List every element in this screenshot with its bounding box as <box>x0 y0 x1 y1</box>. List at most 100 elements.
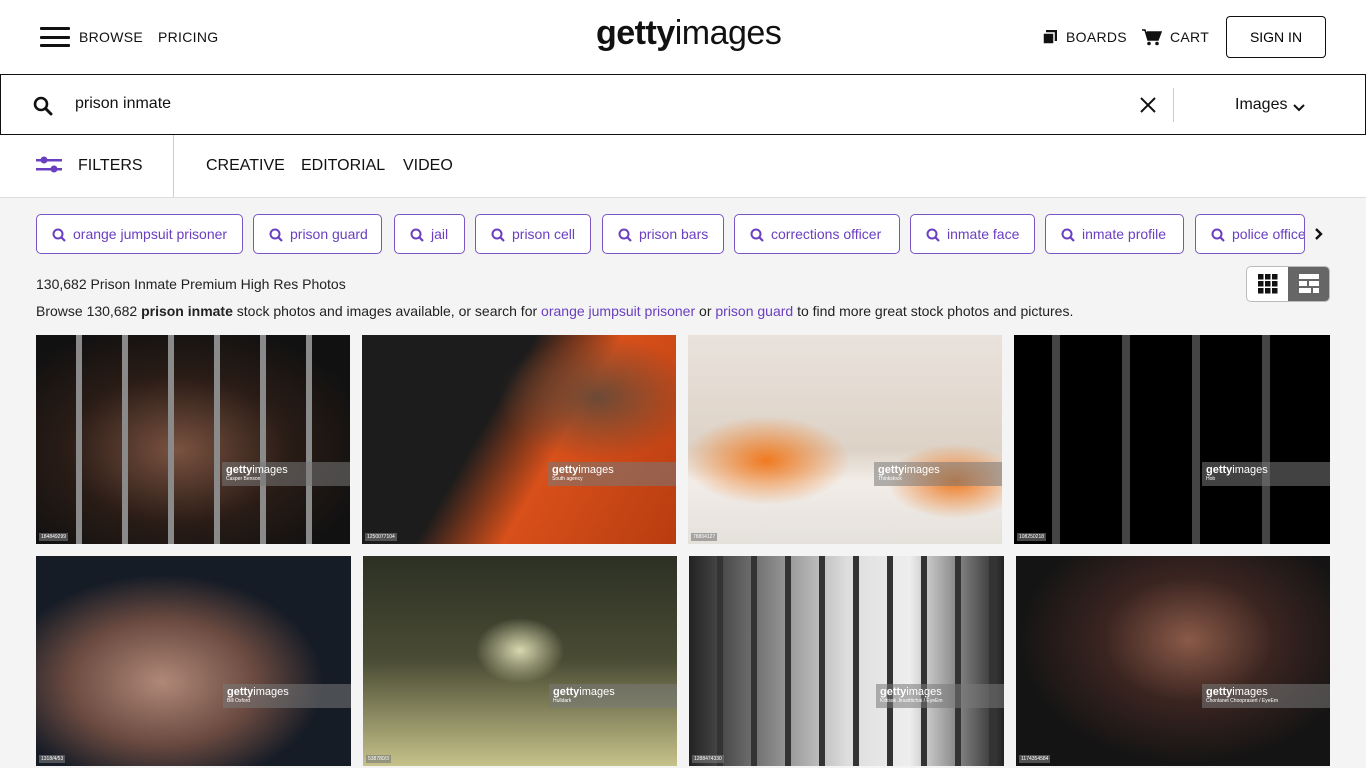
watermark: gettyimages Kittisak Jirasittichai / EyeE… <box>876 684 1004 708</box>
chip-label: orange jumpsuit prisoner <box>73 226 228 242</box>
image-credit: Thinkstock <box>878 476 902 482</box>
suggested-link[interactable]: prison guard <box>715 303 793 319</box>
boards-link[interactable]: BOARDS <box>1066 29 1127 45</box>
search-icon <box>1211 228 1225 242</box>
search-icon <box>618 228 632 242</box>
search-icon <box>410 228 424 242</box>
filter-bar: FILTERS CREATIVE EDITORIAL VIDEO <box>0 135 1366 198</box>
image-id: 184849299 <box>39 533 69 541</box>
image-id: 78804127 <box>691 533 718 541</box>
related-search-chip[interactable]: prison cell <box>475 214 591 254</box>
desc-text: Browse 130,682 <box>36 303 142 319</box>
results-count: 130,682 Prison Inmate Premium High Res P… <box>36 276 346 292</box>
image-credit: Kittisak Jirasittichai / EyeEm <box>880 698 943 704</box>
cart-icon[interactable] <box>1142 29 1162 46</box>
image-id: 1318/4/53 <box>39 755 66 763</box>
clear-icon[interactable] <box>1140 97 1156 113</box>
image-id: 1250077104 <box>365 533 397 541</box>
watermark: gettyimages Bill Oxford <box>223 684 351 708</box>
search-icon <box>491 228 505 242</box>
desc-query: prison inmate <box>141 303 233 319</box>
chip-label: police officer <box>1232 226 1305 242</box>
image-credit: Casper Benson <box>226 476 261 482</box>
filters-icon[interactable] <box>36 156 63 174</box>
watermark: gettyimages Casper Benson <box>222 462 350 486</box>
mosaic-icon <box>1298 274 1319 293</box>
chip-label: inmate profile <box>1082 226 1167 242</box>
image-id: 538780/3 <box>366 755 391 763</box>
image-id: 1174354584 <box>1019 755 1051 763</box>
chip-label: jail <box>431 226 449 242</box>
menu-icon[interactable] <box>40 27 70 47</box>
desc-text: stock photos and images available, or se… <box>232 303 542 319</box>
sign-in-button[interactable]: SIGN IN <box>1226 16 1326 58</box>
watermark: gettyimages Chonlanet Chooprasert / EyeEm <box>1202 684 1330 708</box>
related-search-chip[interactable]: orange jumpsuit prisoner <box>36 214 243 254</box>
watermark: gettyimages South agency <box>548 462 676 486</box>
chip-label: inmate face <box>947 226 1020 242</box>
chip-label: prison cell <box>512 226 576 242</box>
chip-label: prison bars <box>639 226 709 242</box>
image-credit: Hulldark <box>553 698 572 704</box>
search-bar: Images <box>0 74 1366 135</box>
logo[interactable]: gettyimages <box>596 14 782 53</box>
view-toggle <box>1246 266 1330 302</box>
image-result[interactable]: gettyimages South agency 1250077104 <box>362 335 676 544</box>
image-result[interactable]: gettyimages Thinkstock 78804127 <box>688 335 1002 544</box>
logo-light: images <box>674 14 782 52</box>
filters-button[interactable]: FILTERS <box>78 157 143 175</box>
header: BROWSE PRICING gettyimages BOARDS CART S… <box>0 0 1366 74</box>
image-credit: Chonlanet Chooprasert / EyeEm <box>1206 698 1278 704</box>
tab-video[interactable]: VIDEO <box>403 157 453 175</box>
cart-link[interactable]: CART <box>1170 29 1209 45</box>
grid-icon <box>1257 274 1277 294</box>
image-result[interactable]: gettyimages Chonlanet Chooprasert / EyeEm… <box>1016 556 1330 766</box>
chip-label: corrections officer <box>771 226 882 242</box>
related-search-chip[interactable]: police officer <box>1195 214 1305 254</box>
image-credit: Hob <box>1206 476 1216 482</box>
search-icon[interactable] <box>33 96 53 116</box>
chevron-down-icon[interactable] <box>1293 104 1305 112</box>
related-search-chip[interactable]: corrections officer <box>734 214 900 254</box>
search-icon <box>269 228 283 242</box>
search-icon <box>1061 228 1075 242</box>
divider <box>1173 88 1174 122</box>
related-search-chip[interactable]: inmate face <box>910 214 1035 254</box>
chip-label: prison guard <box>290 226 368 242</box>
watermark: gettyimages Thinkstock <box>874 462 1002 486</box>
pricing-link[interactable]: PRICING <box>158 29 218 45</box>
search-input[interactable] <box>75 89 1075 119</box>
related-search-chip[interactable]: prison guard <box>253 214 382 254</box>
search-type-select[interactable]: Images <box>1235 96 1287 114</box>
browse-link[interactable]: BROWSE <box>79 29 143 45</box>
results-description: Browse 130,682 prison inmate stock photo… <box>36 303 1073 319</box>
search-icon <box>750 228 764 242</box>
image-id: 1288474330 <box>692 755 724 763</box>
search-icon <box>52 228 66 242</box>
related-search-chip[interactable]: jail <box>394 214 465 254</box>
image-result[interactable]: gettyimages Hulldark 538780/3 <box>363 556 677 766</box>
image-credit: South agency <box>552 476 583 482</box>
grid-view-button[interactable] <box>1247 267 1288 301</box>
chevron-right-icon[interactable] <box>1314 227 1324 241</box>
image-id: 108250218 <box>1017 533 1047 541</box>
watermark: gettyimages Hulldark <box>549 684 677 708</box>
image-result[interactable]: gettyimages Casper Benson 184849299 <box>36 335 350 544</box>
image-result[interactable]: gettyimages Bill Oxford 1318/4/53 <box>36 556 351 766</box>
image-credit: Bill Oxford <box>227 698 251 704</box>
desc-text: to find more great stock photos and pict… <box>793 303 1074 319</box>
mosaic-view-button[interactable] <box>1288 267 1329 301</box>
desc-text: or <box>695 303 716 319</box>
suggested-link[interactable]: orange jumpsuit prisoner <box>541 303 695 319</box>
image-result[interactable]: gettyimages Hob 108250218 <box>1014 335 1330 544</box>
related-search-chip[interactable]: prison bars <box>602 214 724 254</box>
watermark: gettyimages Hob <box>1202 462 1330 486</box>
related-search-chip[interactable]: inmate profile <box>1045 214 1184 254</box>
image-result[interactable]: gettyimages Kittisak Jirasittichai / EyeE… <box>689 556 1004 766</box>
tab-creative[interactable]: CREATIVE <box>206 157 285 175</box>
tab-editorial[interactable]: EDITORIAL <box>301 157 385 175</box>
logo-bold: getty <box>596 14 675 52</box>
boards-icon[interactable] <box>1043 30 1057 45</box>
search-icon <box>926 228 940 242</box>
divider <box>173 135 174 197</box>
